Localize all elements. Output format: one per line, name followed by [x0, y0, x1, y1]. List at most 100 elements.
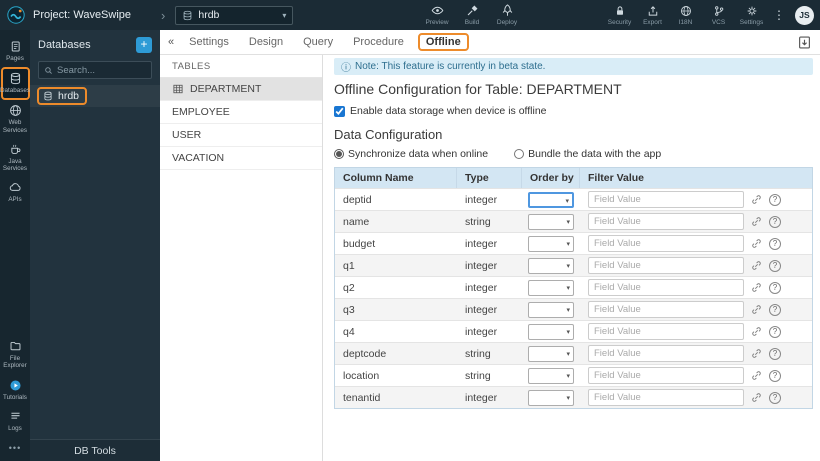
sidebar-item-logs[interactable]: Logs	[1, 406, 30, 437]
sidebar-item-apis[interactable]: APIs	[1, 177, 30, 208]
link-icon[interactable]	[751, 260, 762, 271]
chevron-down-icon: ▾	[566, 284, 570, 292]
radio-bundle-input[interactable]	[514, 149, 525, 159]
add-database-button[interactable]: +	[136, 37, 152, 53]
link-icon[interactable]	[751, 326, 762, 337]
help-icon[interactable]: ?	[769, 347, 781, 360]
column-type-cell: integer	[465, 303, 498, 316]
link-icon[interactable]	[751, 392, 762, 403]
table-item-department[interactable]: DEPARTMENT	[160, 78, 322, 101]
export-label: Export	[643, 18, 662, 26]
help-icon[interactable]: ?	[769, 303, 781, 316]
order-by-select[interactable]: ▾	[528, 345, 574, 362]
search-input[interactable]	[57, 64, 146, 76]
enable-offline-checkbox[interactable]	[334, 105, 345, 117]
filter-value-input[interactable]	[588, 301, 744, 318]
order-by-select[interactable]: ▾	[528, 323, 574, 340]
filter-value-input[interactable]	[588, 191, 744, 208]
deploy-button[interactable]: Deploy	[492, 0, 523, 30]
i18n-button[interactable]: I18N	[670, 0, 701, 30]
settings-label: Settings	[739, 18, 764, 26]
order-by-select[interactable]: ▾	[528, 279, 574, 296]
radio-synchronize-input[interactable]	[334, 149, 344, 159]
table-item-user[interactable]: USER	[160, 124, 322, 147]
filter-value-input[interactable]	[588, 235, 744, 252]
help-icon[interactable]: ?	[769, 281, 781, 294]
order-by-select[interactable]: ▾	[528, 257, 574, 274]
link-icon[interactable]	[751, 370, 762, 381]
filter-value-input[interactable]	[588, 279, 744, 296]
tab-procedure[interactable]: Procedure	[343, 36, 414, 48]
sidebar-item-file-explorer[interactable]: File Explorer	[1, 336, 30, 374]
gear-icon	[747, 6, 756, 15]
database-selector[interactable]: hrdb ▾	[175, 5, 294, 25]
filter-value-input[interactable]	[588, 257, 744, 274]
security-button[interactable]: Security	[604, 0, 635, 30]
help-icon[interactable]: ?	[769, 193, 781, 206]
header-filter-value: Filter Value	[588, 172, 645, 184]
order-by-select[interactable]: ▾	[528, 367, 574, 384]
filter-value-input[interactable]	[588, 323, 744, 340]
header-column-name: Column Name	[335, 168, 457, 188]
link-icon[interactable]	[751, 304, 762, 315]
database-item-hrdb[interactable]: hrdb	[30, 85, 160, 107]
tab-query[interactable]: Query	[293, 36, 343, 48]
sidebar-item-java-services[interactable]: Java Services	[1, 139, 30, 177]
preview-button[interactable]: Preview	[422, 0, 453, 30]
order-by-select[interactable]: ▾	[528, 235, 574, 252]
help-icon[interactable]: ?	[769, 237, 781, 250]
sidebar-item-pages[interactable]: Pages	[1, 36, 30, 67]
order-by-select[interactable]: ▾	[528, 301, 574, 318]
filter-value-input[interactable]	[588, 389, 744, 406]
settings-button[interactable]: Settings	[736, 0, 767, 30]
rail-more-icon[interactable]: •••	[9, 437, 21, 461]
vcs-button[interactable]: VCS	[703, 0, 734, 30]
export-db-icon[interactable]	[797, 35, 812, 50]
tab-settings[interactable]: Settings	[179, 36, 239, 48]
column-name-cell: q4	[343, 325, 355, 338]
help-icon[interactable]: ?	[769, 325, 781, 338]
order-by-select[interactable]: ▾	[528, 191, 574, 208]
help-icon[interactable]: ?	[769, 369, 781, 382]
help-icon[interactable]: ?	[769, 215, 781, 228]
user-avatar[interactable]: JS	[795, 5, 814, 25]
radio-bundle-with-app[interactable]: Bundle the data with the app	[514, 148, 661, 160]
link-icon[interactable]	[751, 216, 762, 227]
wavemaker-logo-icon[interactable]	[7, 6, 25, 24]
build-button[interactable]: Build	[457, 0, 488, 30]
more-options-icon[interactable]: ⋮	[769, 8, 789, 22]
table-item-employee[interactable]: EMPLOYEE	[160, 101, 322, 124]
sidebar-item-tutorials[interactable]: Tutorials	[1, 375, 30, 406]
filter-value-input[interactable]	[588, 367, 744, 384]
sidebar-item-web-services[interactable]: Web Services	[1, 100, 30, 138]
export-button[interactable]: Export	[637, 0, 668, 30]
beta-note-banner: ⓘ Note: This feature is currently in bet…	[334, 58, 813, 75]
tab-offline[interactable]: Offline	[414, 33, 473, 51]
table-item-vacation[interactable]: VACATION	[160, 147, 322, 170]
table-body: deptid integer ▾ ? name string ▾	[335, 188, 812, 408]
table-row: q2 integer ▾ ?	[335, 276, 812, 298]
radio-synchronize-online[interactable]: Synchronize data when online	[334, 148, 488, 160]
order-by-select[interactable]: ▾	[528, 389, 574, 406]
table-row: location string ▾ ?	[335, 364, 812, 386]
link-icon[interactable]	[751, 194, 762, 205]
database-search[interactable]	[38, 61, 152, 79]
link-icon[interactable]	[751, 282, 762, 293]
tab-design[interactable]: Design	[239, 36, 293, 48]
chevron-down-icon: ▾	[566, 328, 570, 336]
search-icon	[45, 66, 52, 74]
order-by-select[interactable]: ▾	[528, 213, 574, 230]
database-icon	[10, 73, 20, 85]
link-icon[interactable]	[751, 348, 762, 359]
filter-value-input[interactable]	[588, 213, 744, 230]
table-row: name string ▾ ?	[335, 210, 812, 232]
link-icon[interactable]	[751, 238, 762, 249]
help-icon[interactable]: ?	[769, 391, 781, 404]
sidebar-item-databases[interactable]: Databases	[0, 67, 30, 101]
db-tools-button[interactable]: DB Tools	[30, 439, 160, 461]
help-icon[interactable]: ?	[769, 259, 781, 272]
collapse-panel-icon[interactable]: «	[163, 36, 179, 48]
main-area: « Settings Design Query Procedure Offlin…	[160, 30, 820, 461]
filter-value-input[interactable]	[588, 345, 744, 362]
table-row: budget integer ▾ ?	[335, 232, 812, 254]
